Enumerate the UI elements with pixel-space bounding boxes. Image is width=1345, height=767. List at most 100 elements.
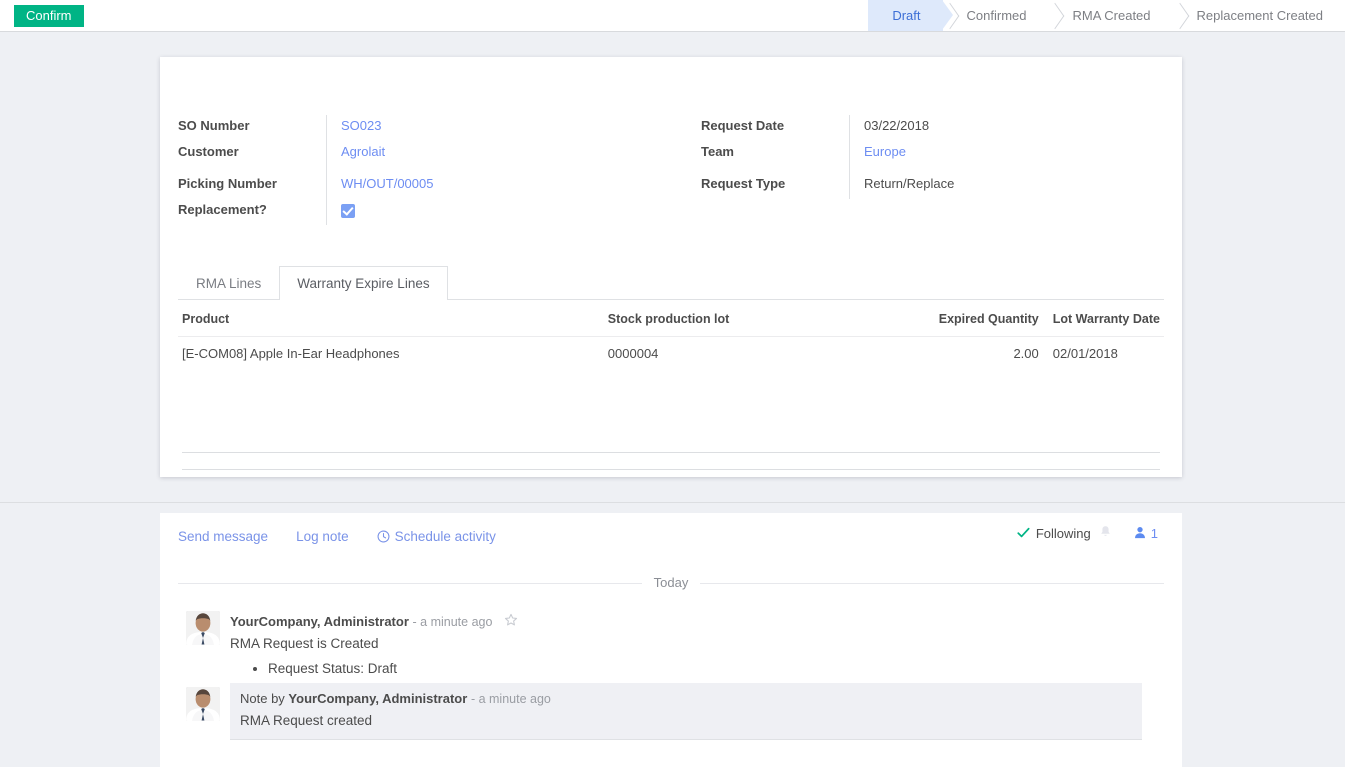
- control-panel: Confirm Draft Confirmed RMA Created Repl…: [0, 0, 1345, 32]
- schedule-activity-button[interactable]: Schedule activity: [377, 529, 496, 544]
- tab-rma-lines[interactable]: RMA Lines: [178, 266, 279, 300]
- cell-lot-warranty-date: 02/01/2018: [1042, 336, 1164, 370]
- schedule-activity-label: Schedule activity: [394, 528, 496, 544]
- message-text: RMA Request is Created: [230, 636, 379, 651]
- confirm-button[interactable]: Confirm: [14, 4, 84, 27]
- list-item: Note by YourCompany, Administrator - a m…: [178, 683, 1164, 740]
- check-icon: [1017, 526, 1030, 542]
- avatar[interactable]: [186, 611, 220, 645]
- message-bullet-item: Request Status: Draft: [268, 659, 1164, 679]
- avatar[interactable]: [186, 687, 220, 721]
- table-header-row: Product Stock production lot Expired Qua…: [178, 300, 1164, 337]
- user-icon: [1134, 526, 1146, 542]
- status-bar: Draft Confirmed RMA Created Replacement …: [868, 0, 1345, 31]
- spacer-label: [701, 167, 849, 170]
- clock-icon: [377, 530, 390, 543]
- table-body: [E-COM08] Apple In-Ear Headphones 000000…: [178, 336, 1164, 370]
- field-customer: Customer Agrolait: [178, 141, 671, 167]
- chatter-area: Send message Log note Schedule activity: [0, 503, 1345, 767]
- cell-product: [E-COM08] Apple In-Ear Headphones: [178, 336, 604, 370]
- message-author: YourCompany, Administrator: [230, 614, 409, 629]
- team-link[interactable]: Europe: [864, 144, 906, 159]
- field-label: Request Type: [701, 176, 786, 191]
- field-request-type: Request Type Return/Replace: [701, 173, 1164, 199]
- following-label: Following: [1035, 526, 1091, 541]
- field-value[interactable]: 03/22/2018: [849, 115, 1164, 141]
- followers-count-button[interactable]: 1: [1134, 526, 1158, 542]
- field-value: WH/OUT/00005: [326, 173, 671, 199]
- following-button[interactable]: Following: [1017, 525, 1112, 542]
- followers-count-label: 1: [1150, 526, 1158, 541]
- note-timestamp: - a minute ago: [470, 692, 551, 706]
- field-request-date: Request Date 03/22/2018: [701, 115, 1164, 141]
- notebook: RMA Lines Warranty Expire Lines Product …: [178, 265, 1164, 486]
- note-author: YourCompany, Administrator: [288, 691, 468, 706]
- picking-number-link[interactable]: WH/OUT/00005: [341, 176, 433, 191]
- field-value: Agrolait: [326, 141, 671, 167]
- status-step-label: Draft: [892, 8, 921, 23]
- field-label: Team: [701, 144, 734, 159]
- tab-warranty-expire-lines[interactable]: Warranty Expire Lines: [279, 266, 448, 300]
- replacement-checkbox[interactable]: [341, 203, 355, 218]
- field-picking-number: Picking Number WH/OUT/00005: [178, 173, 671, 199]
- field-label: SO Number: [178, 118, 250, 133]
- message-body: YourCompany, Administrator - a minute ag…: [230, 611, 1164, 679]
- warranty-expire-lines-table: Product Stock production lot Expired Qua…: [178, 300, 1164, 370]
- cell-expired-quantity: 2.00: [895, 336, 1043, 370]
- status-step-label: RMA Created: [1072, 8, 1151, 23]
- so-number-link[interactable]: SO023: [341, 118, 381, 133]
- field-label: Replacement?: [178, 202, 267, 217]
- message-header: YourCompany, Administrator - a minute ag…: [230, 613, 1164, 631]
- chatter-panel: Send message Log note Schedule activity: [160, 513, 1182, 767]
- form-sheet: SO Number SO023 Customer Agrolait Pickin…: [160, 57, 1182, 477]
- col-header-expired-quantity: Expired Quantity: [938, 312, 1039, 326]
- status-step-rma-created[interactable]: RMA Created: [1048, 0, 1172, 31]
- status-step-label: Confirmed: [966, 8, 1027, 23]
- notebook-tabs: RMA Lines Warranty Expire Lines: [178, 265, 1164, 300]
- field-so-number: SO Number SO023: [178, 115, 671, 141]
- status-step-replacement-created[interactable]: Replacement Created: [1173, 0, 1345, 31]
- form-area: SO Number SO023 Customer Agrolait Pickin…: [0, 32, 1345, 502]
- log-note-button[interactable]: Log note: [296, 529, 349, 544]
- table-row[interactable]: [E-COM08] Apple In-Ear Headphones 000000…: [178, 336, 1164, 370]
- star-outline-icon[interactable]: [504, 613, 518, 631]
- field-value: SO023: [326, 115, 671, 141]
- table-footer-line-2: [182, 469, 1160, 486]
- field-group-left: SO Number SO023 Customer Agrolait Pickin…: [178, 115, 671, 225]
- field-label: Customer: [178, 144, 239, 159]
- table-footer-line-1: [182, 452, 1160, 469]
- customer-link[interactable]: Agrolait: [341, 144, 385, 159]
- chatter-toolbar: Send message Log note Schedule activity: [178, 513, 1164, 559]
- field-group-right: Request Date 03/22/2018 Team Europe Requ…: [671, 115, 1164, 225]
- note-body: Note by YourCompany, Administrator - a m…: [230, 683, 1142, 740]
- col-header-product: Product: [182, 312, 230, 326]
- status-step-draft[interactable]: Draft: [868, 0, 953, 31]
- field-groups: SO Number SO023 Customer Agrolait Pickin…: [160, 57, 1182, 225]
- field-team: Team Europe: [701, 141, 1164, 167]
- col-header-stock-production-lot: Stock production lot: [607, 312, 730, 326]
- message-timestamp: - a minute ago: [412, 615, 493, 629]
- note-prefix: Note by: [240, 691, 289, 706]
- date-separator-label: Today: [641, 575, 701, 590]
- field-label: Request Date: [701, 118, 785, 133]
- table-head: Product Stock production lot Expired Qua…: [178, 300, 1164, 337]
- field-label: Picking Number: [178, 176, 277, 191]
- field-value: [326, 199, 671, 225]
- col-header-lot-warranty-date: Lot Warranty Date: [1052, 312, 1160, 326]
- status-step-confirmed[interactable]: Confirmed: [943, 0, 1049, 31]
- spacer-label: [178, 167, 326, 170]
- table-empty-space: [178, 370, 1164, 452]
- date-separator: Today: [178, 575, 1164, 591]
- message-bullet-list: Request Status: Draft: [230, 659, 1164, 679]
- field-value: Europe: [849, 141, 1164, 167]
- list-item: YourCompany, Administrator - a minute ag…: [178, 607, 1164, 679]
- bell-icon[interactable]: [1099, 525, 1112, 542]
- note-text: RMA Request created: [240, 713, 373, 728]
- field-replacement: Replacement?: [178, 199, 671, 225]
- cell-stock-production-lot: 0000004: [603, 336, 896, 370]
- status-step-label: Replacement Created: [1196, 8, 1323, 23]
- note-header: Note by YourCompany, Administrator - a m…: [240, 690, 1132, 708]
- send-message-button[interactable]: Send message: [178, 529, 268, 544]
- field-value[interactable]: Return/Replace: [849, 173, 1164, 199]
- followers-area: Following 1: [1017, 525, 1158, 542]
